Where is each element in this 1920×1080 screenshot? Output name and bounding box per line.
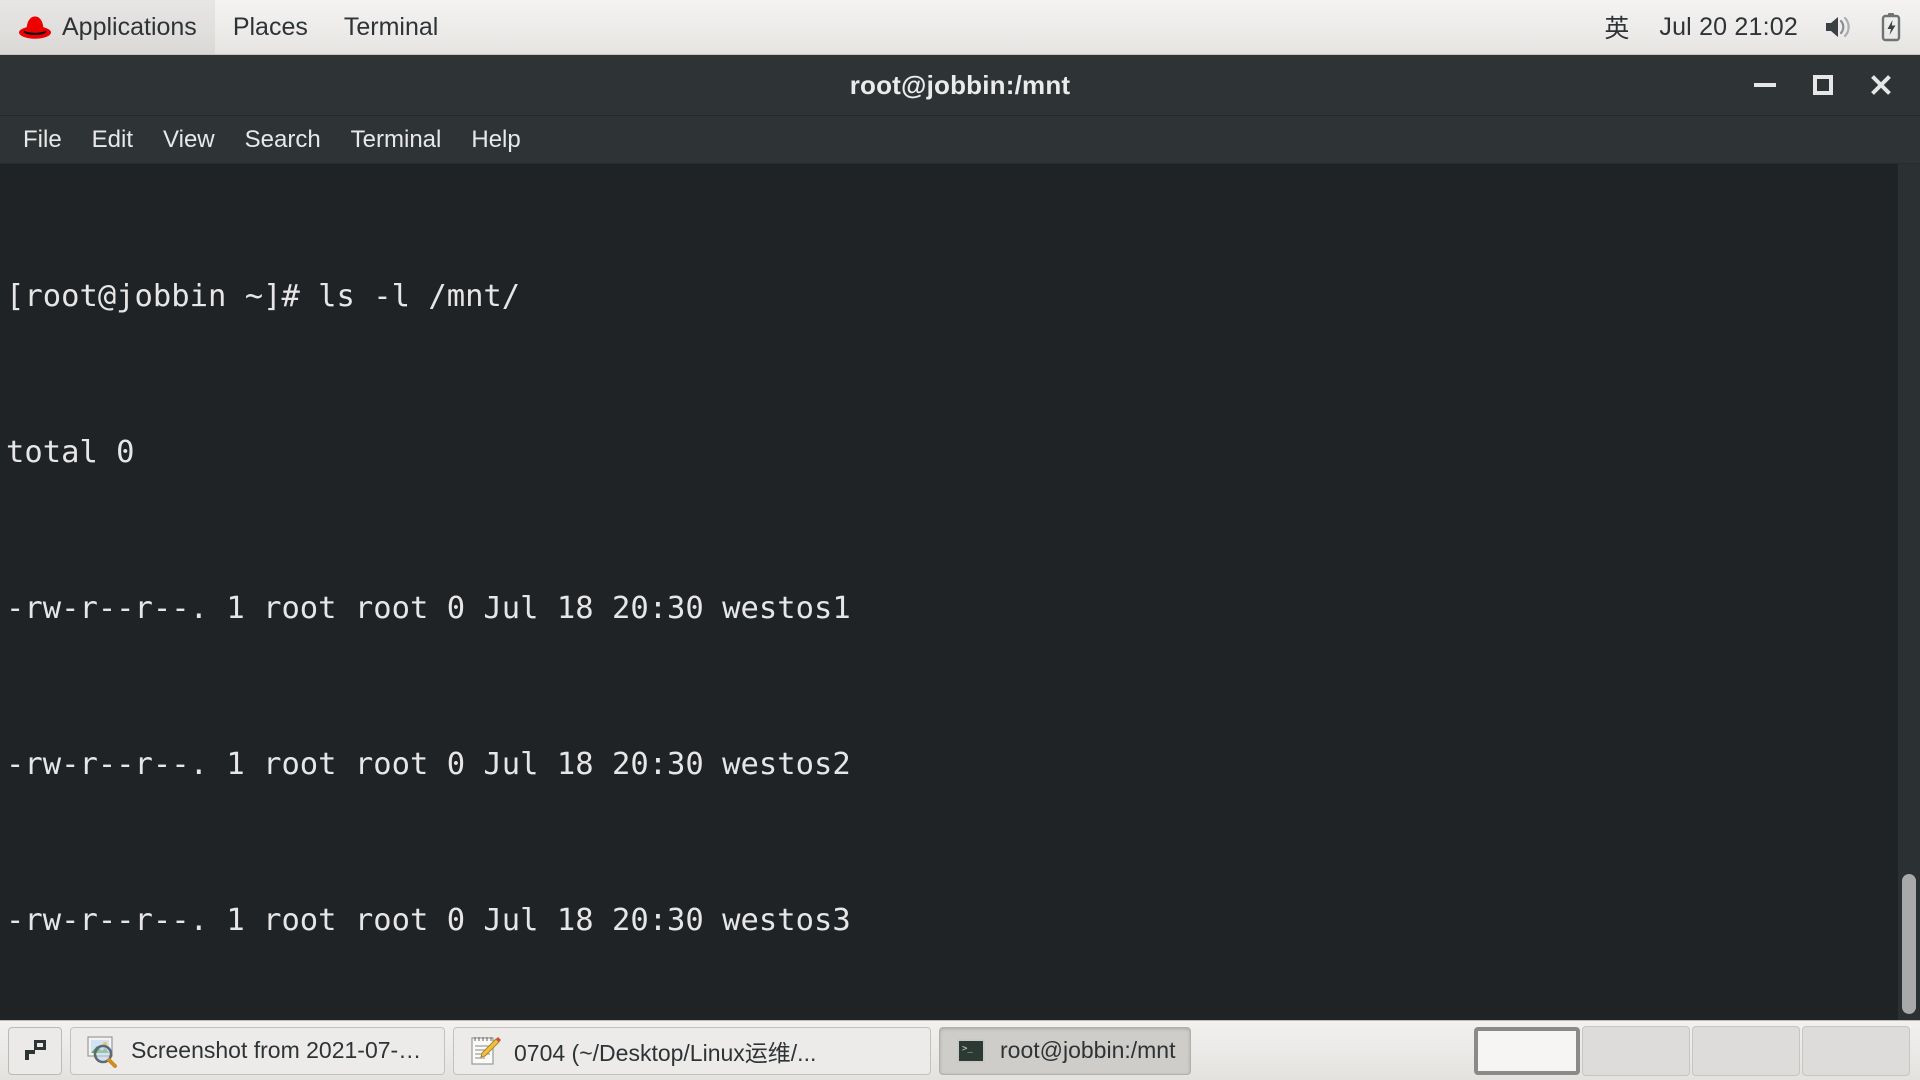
close-button[interactable] bbox=[1852, 60, 1910, 110]
image-viewer-icon bbox=[87, 1035, 117, 1068]
terminal-line: total 0 bbox=[6, 435, 135, 470]
taskbar-item-terminal[interactable]: >_ root@jobbin:/mnt bbox=[939, 1026, 1191, 1075]
applications-menu[interactable]: Applications bbox=[0, 0, 215, 54]
workspace-switcher bbox=[1472, 1024, 1912, 1078]
terminal-menu[interactable]: Terminal bbox=[326, 0, 456, 54]
terminal-output-area[interactable]: [root@jobbin ~]# ls -l /mnt/ total 0 -rw… bbox=[0, 164, 1920, 1021]
menu-file-label: File bbox=[23, 125, 62, 153]
input-method-indicator[interactable]: 英 bbox=[1600, 9, 1633, 45]
show-desktop-icon bbox=[25, 1039, 46, 1060]
workspace-4[interactable] bbox=[1802, 1025, 1910, 1076]
battery-charging-icon[interactable] bbox=[1880, 12, 1902, 42]
window-controls bbox=[1736, 55, 1910, 115]
terminal-window: root@jobbin:/mnt File Edit View Search T… bbox=[0, 55, 1920, 1021]
desktop-screen: Applications Places Terminal 英 Jul 20 21… bbox=[0, 0, 1920, 1080]
terminal-scrollbar-thumb[interactable] bbox=[1902, 874, 1916, 1014]
clock[interactable]: Jul 20 21:02 bbox=[1659, 13, 1798, 42]
svg-text:>_: >_ bbox=[962, 1044, 973, 1054]
volume-icon[interactable] bbox=[1824, 14, 1854, 40]
menu-help-label: Help bbox=[471, 125, 521, 153]
taskbar-item-screenshot[interactable]: Screenshot from 2021-07-0... bbox=[70, 1026, 445, 1075]
minimize-icon bbox=[1754, 83, 1776, 87]
terminal-line: -rw-r--r--. 1 root root 0 Jul 18 20:30 w… bbox=[6, 747, 851, 782]
applications-menu-label: Applications bbox=[62, 12, 197, 41]
menu-search-label: Search bbox=[244, 125, 321, 153]
places-menu-label: Places bbox=[232, 12, 308, 41]
terminal-line: [root@jobbin ~]# ls -l /mnt/ bbox=[6, 279, 521, 314]
terminal-menu-label: Terminal bbox=[343, 12, 439, 41]
close-icon bbox=[1869, 73, 1893, 97]
terminal-line: -rw-r--r--. 1 root root 0 Jul 18 20:30 w… bbox=[6, 591, 851, 626]
terminal-text: [root@jobbin ~]# ls -l /mnt/ total 0 -rw… bbox=[0, 167, 857, 1021]
taskbar-item-editor[interactable]: 0704 (~/Desktop/Linux运维/... bbox=[453, 1026, 931, 1075]
maximize-button[interactable] bbox=[1794, 60, 1852, 110]
terminal-menubar: File Edit View Search Terminal Help bbox=[0, 116, 1920, 164]
taskbar-item-label: Screenshot from 2021-07-0... bbox=[131, 1037, 430, 1063]
places-menu[interactable]: Places bbox=[215, 0, 326, 54]
workspace-2[interactable] bbox=[1582, 1025, 1690, 1076]
menu-file[interactable]: File bbox=[8, 120, 77, 160]
minimize-button[interactable] bbox=[1736, 60, 1794, 110]
terminal-line: -rw-r--r--. 1 root root 0 Jul 18 20:30 w… bbox=[6, 903, 851, 938]
taskbar-item-label: 0704 (~/Desktop/Linux运维/... bbox=[514, 1039, 817, 1066]
menu-edit-label: Edit bbox=[91, 125, 134, 153]
top-panel-right: 英 Jul 20 21:02 bbox=[1600, 0, 1920, 54]
show-desktop-button[interactable] bbox=[8, 1026, 62, 1075]
menu-help[interactable]: Help bbox=[456, 120, 535, 160]
gnome-top-panel: Applications Places Terminal 英 Jul 20 21… bbox=[0, 0, 1920, 55]
workspace-1[interactable] bbox=[1474, 1026, 1580, 1075]
workspace-3[interactable] bbox=[1692, 1025, 1800, 1076]
menu-view[interactable]: View bbox=[148, 120, 230, 160]
menu-terminal-label: Terminal bbox=[350, 125, 442, 153]
menu-terminal[interactable]: Terminal bbox=[336, 120, 457, 160]
maximize-icon bbox=[1813, 75, 1833, 95]
bottom-taskbar: Screenshot from 2021-07-0... 0704 (~/Des… bbox=[0, 1020, 1920, 1080]
top-panel-left: Applications Places Terminal bbox=[0, 0, 456, 54]
menu-view-label: View bbox=[163, 125, 215, 153]
menu-edit[interactable]: Edit bbox=[77, 120, 148, 160]
menu-search[interactable]: Search bbox=[230, 120, 336, 160]
terminal-icon: >_ bbox=[957, 1038, 985, 1063]
window-title: root@jobbin:/mnt bbox=[849, 69, 1071, 100]
text-editor-icon bbox=[471, 1036, 501, 1065]
taskbar-item-label: root@jobbin:/mnt bbox=[1000, 1037, 1176, 1063]
redhat-logo-icon bbox=[19, 16, 51, 39]
window-titlebar[interactable]: root@jobbin:/mnt bbox=[0, 55, 1920, 116]
terminal-scrollbar[interactable] bbox=[1898, 164, 1920, 1021]
